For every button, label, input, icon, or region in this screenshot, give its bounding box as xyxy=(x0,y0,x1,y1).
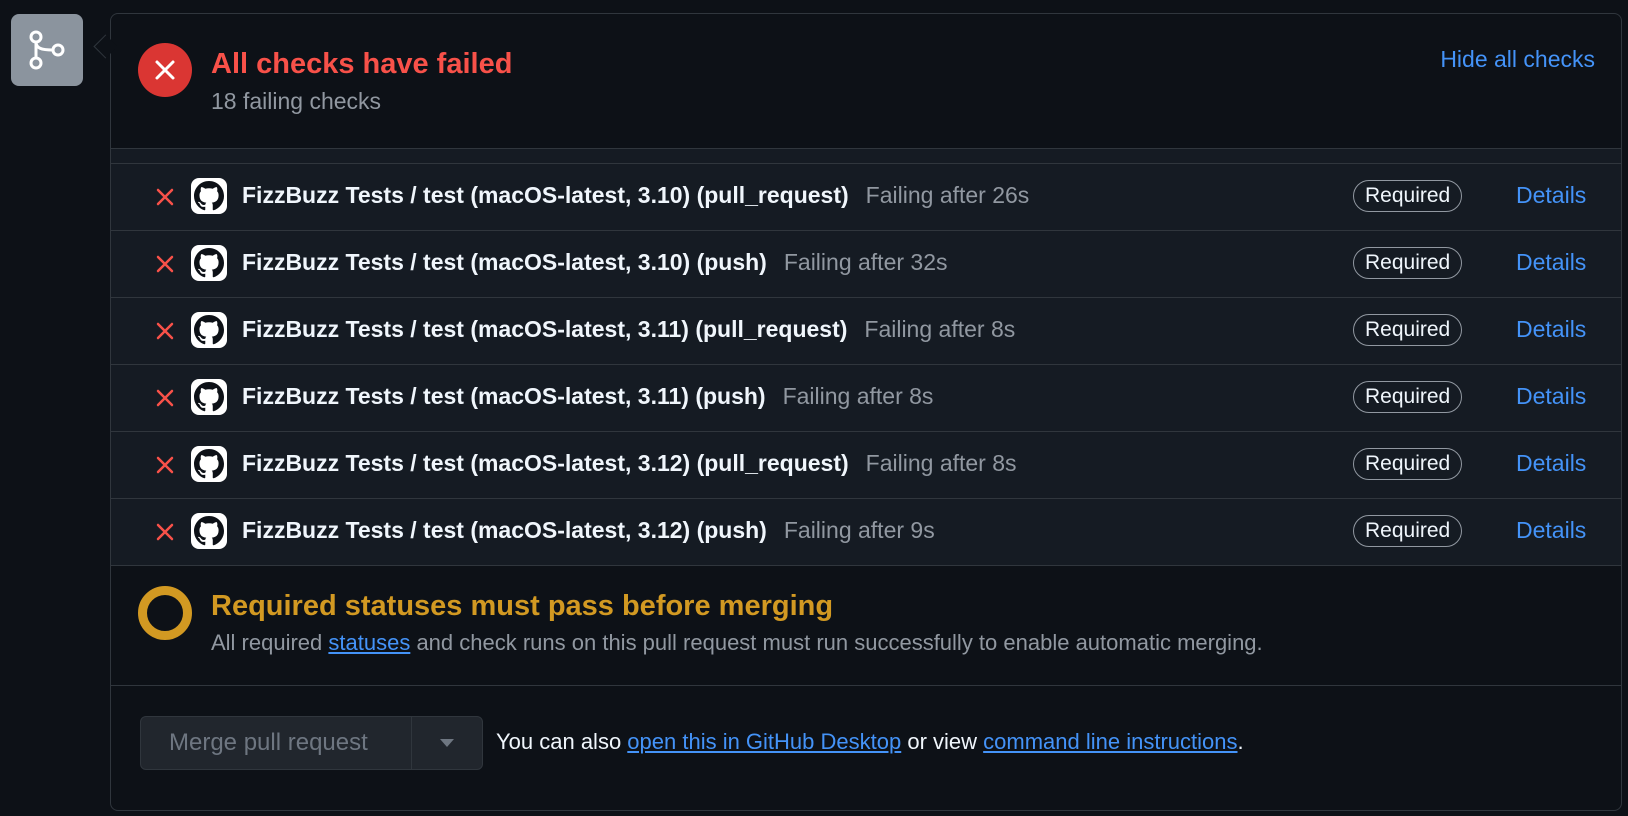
github-mark-icon xyxy=(191,513,227,549)
github-mark-icon xyxy=(191,312,227,348)
pending-dot-icon xyxy=(138,586,192,640)
check-name-text: FizzBuzz Tests / test (macOS-latest, 3.1… xyxy=(242,182,849,208)
check-name: FizzBuzz Tests / test (macOS-latest, 3.1… xyxy=(242,450,1017,477)
merge-button-group: Merge pull request xyxy=(140,716,483,770)
details-link[interactable]: Details xyxy=(1516,182,1586,209)
checks-title: All checks have failed xyxy=(211,48,513,80)
check-name: FizzBuzz Tests / test (macOS-latest, 3.1… xyxy=(242,383,933,410)
merge-options-dropdown[interactable] xyxy=(411,717,482,769)
checks-header: All checks have failed 18 failing checks… xyxy=(111,14,1621,149)
merge-note-suffix: . xyxy=(1237,729,1244,754)
check-row: FizzBuzz Tests / test (macOS-latest, 3.1… xyxy=(111,499,1621,566)
check-name: FizzBuzz Tests / test (macOS-latest, 3.1… xyxy=(242,316,1015,343)
check-name: FizzBuzz Tests / test (macOS-latest, 3.1… xyxy=(242,517,935,544)
check-row: FizzBuzz Tests / test (macOS-latest, 3.1… xyxy=(111,365,1621,432)
git-merge-icon-badge xyxy=(11,14,83,86)
check-row: FizzBuzz Tests / test (macOS-latest, 3.1… xyxy=(111,164,1621,231)
github-mark-icon xyxy=(191,379,227,415)
checks-count: 18 failing checks xyxy=(211,88,382,114)
hide-all-checks-link[interactable]: Hide all checks xyxy=(1440,46,1595,73)
check-status: Failing after 8s xyxy=(865,450,1017,476)
check-name-text: FizzBuzz Tests / test (macOS-latest, 3.1… xyxy=(242,517,767,543)
checks-list[interactable]: FizzBuzz Tests / test (macOS-latest, 3.1… xyxy=(111,149,1621,566)
merge-note-middle: or view xyxy=(901,729,984,754)
merge-pull-request-button[interactable]: Merge pull request xyxy=(141,717,411,769)
required-badge: Required xyxy=(1353,180,1463,212)
required-badge: Required xyxy=(1353,448,1463,480)
x-icon xyxy=(156,322,174,340)
x-icon xyxy=(156,456,174,474)
check-row-partial xyxy=(111,149,1621,164)
merge-alternatives-note: You can also open this in GitHub Desktop… xyxy=(496,729,1244,755)
github-mark-icon xyxy=(191,245,227,281)
github-mark-icon xyxy=(191,178,227,214)
details-link[interactable]: Details xyxy=(1516,383,1586,410)
check-name-text: FizzBuzz Tests / test (macOS-latest, 3.1… xyxy=(242,249,767,275)
x-icon xyxy=(156,188,174,206)
x-icon xyxy=(156,255,174,273)
check-name: FizzBuzz Tests / test (macOS-latest, 3.1… xyxy=(242,182,1029,209)
statuses-link[interactable]: statuses xyxy=(328,630,410,655)
check-status: Failing after 8s xyxy=(864,316,1016,342)
check-row: FizzBuzz Tests / test (macOS-latest, 3.1… xyxy=(111,231,1621,298)
github-mark-icon xyxy=(191,446,227,482)
x-icon xyxy=(156,523,174,541)
merge-note-prefix: You can also xyxy=(496,729,628,754)
merge-box: All checks have failed 18 failing checks… xyxy=(110,13,1622,811)
check-status: Failing after 26s xyxy=(865,182,1030,208)
required-desc-prefix: All required xyxy=(211,630,329,655)
x-circle-icon xyxy=(138,43,192,97)
check-name: FizzBuzz Tests / test (macOS-latest, 3.1… xyxy=(242,249,948,276)
x-icon xyxy=(156,389,174,407)
details-link[interactable]: Details xyxy=(1516,316,1586,343)
check-status: Failing after 32s xyxy=(783,249,948,275)
required-statuses-title: Required statuses must pass before mergi… xyxy=(211,590,834,622)
required-badge: Required xyxy=(1353,515,1463,547)
required-badge: Required xyxy=(1353,314,1463,346)
command-line-instructions-link[interactable]: command line instructions xyxy=(983,729,1237,754)
check-row: FizzBuzz Tests / test (macOS-latest, 3.1… xyxy=(111,298,1621,365)
triangle-down-icon xyxy=(440,739,454,747)
required-badge: Required xyxy=(1353,381,1463,413)
details-link[interactable]: Details xyxy=(1516,249,1586,276)
git-merge-icon xyxy=(29,30,65,70)
check-name-text: FizzBuzz Tests / test (macOS-latest, 3.1… xyxy=(242,450,849,476)
check-name-text: FizzBuzz Tests / test (macOS-latest, 3.1… xyxy=(242,316,848,342)
required-statuses-description: All required statuses and check runs on … xyxy=(211,630,1263,656)
details-link[interactable]: Details xyxy=(1516,517,1586,544)
required-badge: Required xyxy=(1353,247,1463,279)
check-status: Failing after 9s xyxy=(783,517,935,543)
merge-section: Merge pull request You can also open thi… xyxy=(111,686,1621,810)
details-link[interactable]: Details xyxy=(1516,450,1586,477)
open-in-desktop-link[interactable]: open this in GitHub Desktop xyxy=(627,729,901,754)
check-name-text: FizzBuzz Tests / test (macOS-latest, 3.1… xyxy=(242,383,766,409)
check-status: Failing after 8s xyxy=(782,383,934,409)
required-desc-suffix: and check runs on this pull request must… xyxy=(410,630,1263,655)
required-statuses-section: Required statuses must pass before mergi… xyxy=(111,558,1621,686)
check-row: FizzBuzz Tests / test (macOS-latest, 3.1… xyxy=(111,432,1621,499)
